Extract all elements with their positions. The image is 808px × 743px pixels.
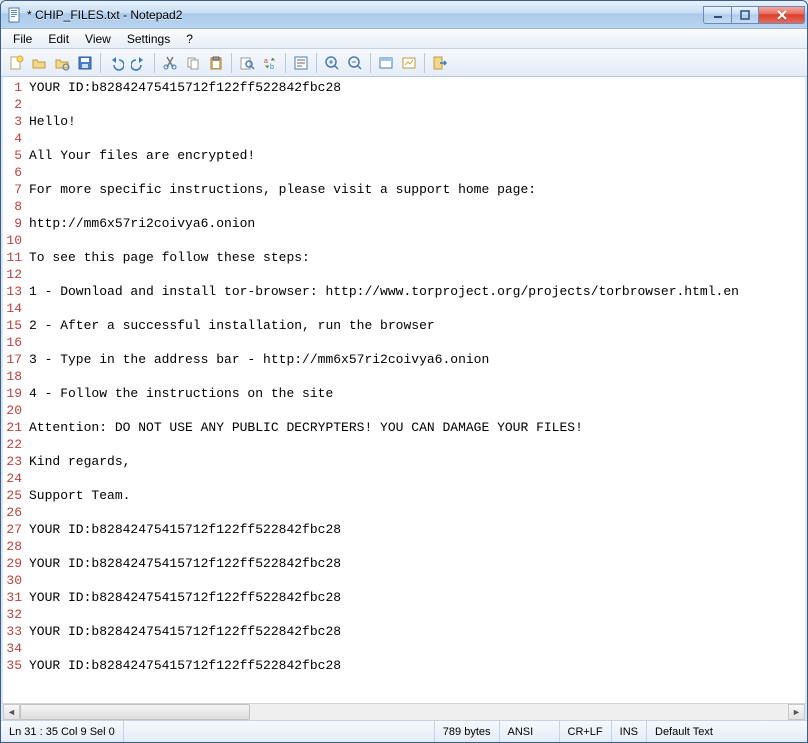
zoom-in-icon[interactable] [321,52,343,74]
open-file-icon[interactable] [28,52,50,74]
menu-view[interactable]: View [77,29,119,48]
separator [100,53,101,73]
titlebar[interactable]: * CHIP_FILES.txt - Notepad2 [1,1,807,29]
app-window: * CHIP_FILES.txt - Notepad2 File Edit Vi… [0,0,808,743]
status-bytes: 789 bytes [435,721,500,742]
separator [154,53,155,73]
find-icon[interactable] [236,52,258,74]
menu-edit[interactable]: Edit [40,29,77,48]
customize-icon[interactable] [398,52,420,74]
text-content[interactable]: YOUR ID:b82842475415712f122ff522842fbc28… [25,77,805,703]
replace-icon[interactable]: ab [259,52,281,74]
paste-icon[interactable] [205,52,227,74]
status-eol[interactable]: CR+LF [560,721,612,742]
menu-settings[interactable]: Settings [119,29,178,48]
browse-icon[interactable] [51,52,73,74]
undo-icon[interactable] [105,52,127,74]
status-encoding[interactable]: ANSI [500,721,560,742]
separator [316,53,317,73]
scroll-left-button[interactable]: ◄ [3,704,20,720]
cut-icon[interactable] [159,52,181,74]
scroll-track[interactable] [20,704,788,720]
separator [370,53,371,73]
status-position: Ln 31 : 35 Col 9 Sel 0 [1,721,124,742]
wordwrap-icon[interactable] [290,52,312,74]
maximize-button[interactable] [731,6,759,24]
zoom-out-icon[interactable] [344,52,366,74]
scroll-thumb[interactable] [20,704,250,720]
statusbar: Ln 31 : 35 Col 9 Sel 0 789 bytes ANSI CR… [1,720,807,742]
scheme-icon[interactable] [375,52,397,74]
separator [231,53,232,73]
editor-area[interactable]: 1 2 3 4 5 6 7 8 9 10 11 12 13 14 15 16 1… [1,77,807,703]
scroll-right-button[interactable]: ► [788,704,805,720]
app-icon [7,7,23,23]
toolbar: ab [1,49,807,77]
horizontal-scrollbar[interactable]: ◄ ► [1,703,807,720]
window-buttons [703,6,805,24]
save-icon[interactable] [74,52,96,74]
minimize-button[interactable] [703,6,731,24]
new-file-icon[interactable] [5,52,27,74]
svg-text:a: a [264,58,268,65]
status-filetype[interactable]: Default Text [647,721,807,742]
menubar: File Edit View Settings ? [1,29,807,49]
close-button[interactable] [759,6,805,24]
status-spacer [124,721,435,742]
line-number-gutter: 1 2 3 4 5 6 7 8 9 10 11 12 13 14 15 16 1… [3,77,25,703]
separator [424,53,425,73]
separator [285,53,286,73]
svg-text:b: b [270,64,274,71]
window-title: * CHIP_FILES.txt - Notepad2 [27,8,703,22]
menu-file[interactable]: File [5,29,40,48]
copy-icon[interactable] [182,52,204,74]
menu-help[interactable]: ? [178,29,201,48]
status-mode[interactable]: INS [612,721,647,742]
redo-icon[interactable] [128,52,150,74]
exit-icon[interactable] [429,52,451,74]
